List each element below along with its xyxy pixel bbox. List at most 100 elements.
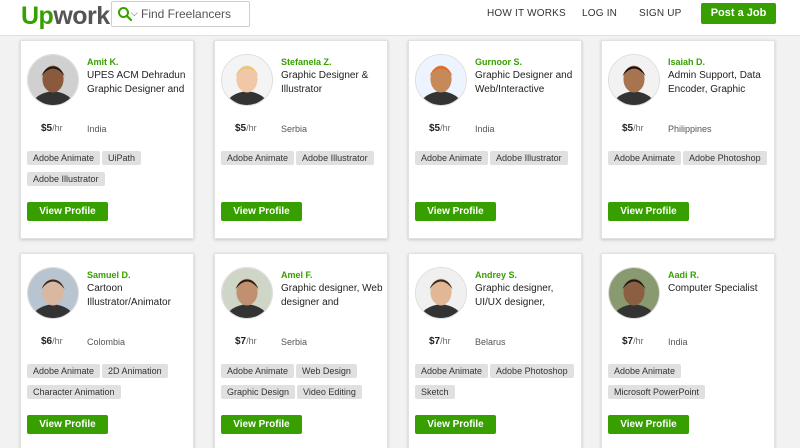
rate-amount: $5	[235, 123, 247, 134]
hourly-rate: $7/hr	[622, 336, 644, 347]
skill-tag[interactable]: 2D Animation	[102, 364, 168, 378]
skill-tag[interactable]: Adobe Photoshop	[683, 151, 767, 165]
nav-log-in[interactable]: LOG IN	[582, 8, 617, 19]
skill-tag[interactable]: Graphic Design	[221, 385, 296, 399]
freelancer-country: India	[668, 337, 688, 347]
freelancer-title: Graphic designer, Web designer and	[281, 283, 383, 308]
freelancer-name[interactable]: Aadi R.	[668, 270, 699, 280]
skill-tag[interactable]: Adobe Animate	[27, 364, 101, 378]
skill-tags: Adobe Animate UiPath Adobe Illustrator	[27, 148, 193, 190]
avatar[interactable]	[27, 267, 79, 319]
freelancer-country: Belarus	[475, 337, 506, 347]
view-profile-button[interactable]: View Profile	[415, 415, 496, 434]
freelancer-country: India	[475, 124, 495, 134]
skill-tag[interactable]: Sketch	[415, 385, 455, 399]
skill-tag[interactable]: Adobe Photoshop	[490, 364, 574, 378]
rate-amount: $6	[41, 336, 53, 347]
search-input[interactable]	[141, 5, 245, 23]
avatar[interactable]	[608, 267, 660, 319]
freelancer-name[interactable]: Samuel D.	[87, 270, 131, 280]
skill-tags: Adobe Animate Adobe Photoshop	[608, 148, 774, 169]
rate-amount: $7	[429, 336, 441, 347]
skill-tag[interactable]: Adobe Animate	[221, 364, 295, 378]
freelancer-title: Admin Support, Data Encoder, Graphic	[668, 70, 761, 95]
freelancer-card[interactable]: Amit K. UPES ACM Dehradun Graphic Designe…	[20, 40, 194, 239]
skill-tags: Adobe Animate Web DesignGraphic Design Vid…	[221, 361, 387, 403]
avatar[interactable]	[27, 54, 79, 106]
skill-tag[interactable]: Character Animation	[27, 385, 121, 399]
nav-how-it-works[interactable]: HOW IT WORKS	[487, 8, 566, 19]
hourly-rate: $5/hr	[235, 123, 257, 134]
rate-amount: $5	[622, 123, 634, 134]
skill-tag[interactable]: Adobe Animate	[415, 364, 489, 378]
rate-unit: /hr	[440, 336, 451, 346]
skill-tag[interactable]: Adobe Illustrator	[296, 151, 374, 165]
freelancer-name[interactable]: Stefanela Z.	[281, 57, 332, 67]
view-profile-button[interactable]: View Profile	[27, 202, 108, 221]
freelancer-name[interactable]: Amit K.	[87, 57, 119, 67]
rate-amount: $5	[41, 123, 53, 134]
view-profile-button[interactable]: View Profile	[415, 202, 496, 221]
view-profile-button[interactable]: View Profile	[27, 415, 108, 434]
freelancer-card[interactable]: Samuel D. Cartoon Illustrator/Animator $6/…	[20, 253, 194, 448]
skill-tag[interactable]: Microsoft PowerPoint	[608, 385, 706, 399]
avatar[interactable]	[415, 267, 467, 319]
freelancer-card[interactable]: Stefanela Z. Graphic Designer & Illustrat…	[214, 40, 388, 239]
freelancer-title: Graphic designer, UI/UX designer,	[475, 283, 554, 308]
freelancer-card[interactable]: Isaiah D. Admin Support, Data Encoder, Gr…	[601, 40, 775, 239]
freelancer-card[interactable]: Andrey S. Graphic designer, UI/UX designe…	[408, 253, 582, 448]
freelancer-country: India	[87, 124, 107, 134]
skill-tag[interactable]: Adobe Illustrator	[490, 151, 568, 165]
avatar[interactable]	[221, 54, 273, 106]
post-a-job-button[interactable]: Post a Job	[701, 3, 776, 24]
nav-sign-up[interactable]: SIGN UP	[639, 8, 682, 19]
search-box[interactable]: ⌵	[111, 1, 250, 27]
avatar[interactable]	[415, 54, 467, 106]
rate-unit: /hr	[246, 123, 257, 133]
view-profile-button[interactable]: View Profile	[608, 202, 689, 221]
freelancer-title: Graphic Designer and Web/Interactive	[475, 70, 573, 95]
skill-tag[interactable]: Adobe Illustrator	[27, 172, 105, 186]
skill-tag[interactable]: Adobe Animate	[27, 151, 101, 165]
chevron-down-icon[interactable]: ⌵	[131, 8, 138, 19]
rate-unit: /hr	[633, 336, 644, 346]
rate-amount: $7	[622, 336, 634, 347]
rate-unit: /hr	[633, 123, 644, 133]
freelancer-name[interactable]: Isaiah D.	[668, 57, 705, 67]
freelancer-card[interactable]: Aadi R. Computer Specialist $7/hr India Adob…	[601, 253, 775, 448]
skill-tags: Adobe Animate Adobe Photoshop Sketch	[415, 361, 581, 403]
freelancer-card[interactable]: Gurnoor S. Graphic Designer and Web/Inter…	[408, 40, 582, 239]
top-navbar: Upwork ⌵ HOW IT WORKS LOG IN SIGN UP Pos…	[0, 0, 800, 36]
hourly-rate: $5/hr	[622, 123, 644, 134]
skill-tag[interactable]: Adobe Animate	[415, 151, 489, 165]
view-profile-button[interactable]: View Profile	[221, 202, 302, 221]
skill-tags: Adobe Animate 2D Animation Character Anima…	[27, 361, 193, 403]
freelancer-card[interactable]: Amel F. Graphic designer, Web designer an…	[214, 253, 388, 448]
avatar[interactable]	[608, 54, 660, 106]
skill-tag[interactable]: UiPath	[102, 151, 142, 165]
skill-tag[interactable]: Adobe Animate	[608, 151, 682, 165]
rate-unit: /hr	[52, 336, 63, 346]
hourly-rate: $7/hr	[429, 336, 451, 347]
view-profile-button[interactable]: View Profile	[221, 415, 302, 434]
skill-tag[interactable]: Adobe Animate	[221, 151, 295, 165]
freelancer-title: Graphic Designer & Illustrator	[281, 70, 369, 95]
skill-tag[interactable]: Adobe Animate	[608, 364, 682, 378]
freelancer-name[interactable]: Amel F.	[281, 270, 313, 280]
avatar[interactable]	[221, 267, 273, 319]
upwork-logo[interactable]: Upwork	[21, 2, 110, 31]
view-profile-button[interactable]: View Profile	[608, 415, 689, 434]
rate-amount: $7	[235, 336, 247, 347]
hourly-rate: $5/hr	[41, 123, 63, 134]
freelancer-title: Cartoon Illustrator/Animator	[87, 283, 171, 308]
freelancer-country: Colombia	[87, 337, 126, 347]
skill-tags: Adobe Animate Microsoft PowerPoint	[608, 361, 774, 403]
freelancer-name[interactable]: Andrey S.	[475, 270, 517, 280]
skill-tag[interactable]: Web Design	[296, 364, 357, 378]
freelancer-title: UPES ACM Dehradun Graphic Designer and	[87, 70, 186, 95]
freelancer-title: Computer Specialist	[668, 283, 758, 294]
hourly-rate: $7/hr	[235, 336, 257, 347]
freelancer-country: Philippines	[668, 124, 712, 134]
skill-tag[interactable]: Video Editing	[297, 385, 362, 399]
freelancer-name[interactable]: Gurnoor S.	[475, 57, 522, 67]
